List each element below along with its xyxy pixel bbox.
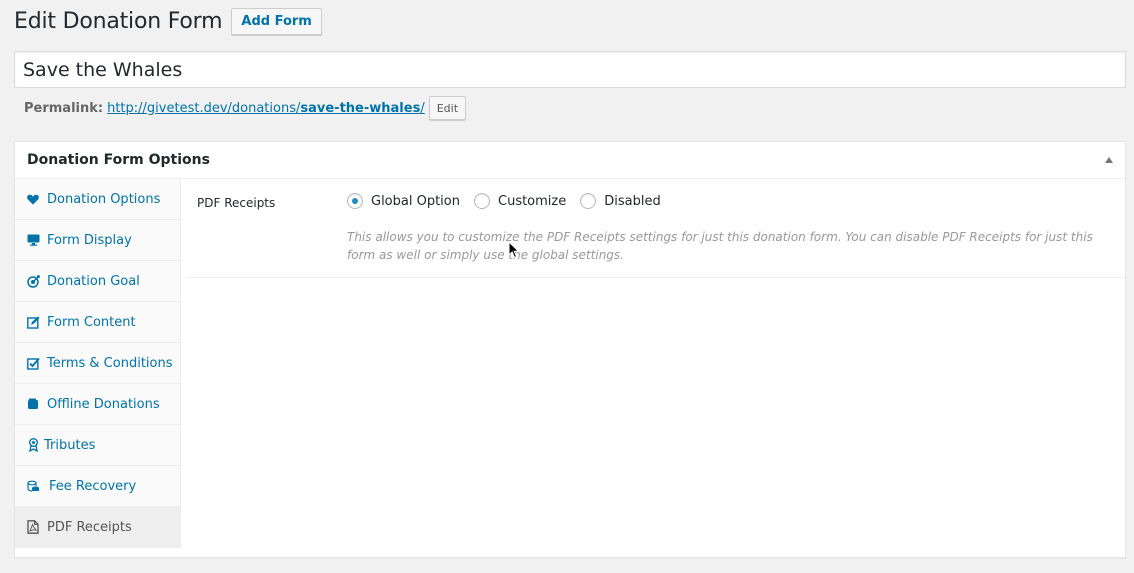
radio-global-option[interactable]: Global Option — [347, 193, 460, 209]
radio-button[interactable] — [474, 193, 490, 209]
permalink-label: Permalink: — [24, 100, 104, 116]
radio-label: Customize — [498, 193, 567, 209]
tab-form-display[interactable]: Form Display — [15, 220, 180, 261]
permalink-url-suffix: / — [420, 100, 425, 116]
tab-label: PDF Receipts — [47, 519, 132, 535]
heart-icon — [25, 191, 41, 207]
tab-label: Donation Goal — [47, 273, 140, 289]
tab-donation-goal[interactable]: Donation Goal — [15, 261, 180, 302]
radio-button[interactable] — [580, 193, 597, 209]
wallet-icon — [25, 396, 41, 412]
target-icon — [25, 273, 41, 289]
page-title: Edit Donation Form — [14, 9, 223, 34]
coins-icon — [25, 478, 41, 494]
tab-label: Donation Options — [47, 191, 161, 207]
post-title-input[interactable] — [14, 51, 1126, 88]
tab-fee-recovery[interactable]: Fee Recovery — [15, 466, 180, 507]
monitor-icon — [25, 232, 41, 248]
tab-label: Fee Recovery — [49, 478, 137, 494]
tab-tributes[interactable]: Tributes — [15, 425, 180, 466]
pdf-icon — [25, 519, 41, 535]
tab-label: Form Content — [47, 314, 136, 330]
metabox-body: Donation Options Form Display Donation G… — [15, 179, 1125, 557]
tab-label: Form Display — [47, 232, 132, 248]
radio-customize[interactable]: Customize — [474, 193, 566, 209]
permalink-row: Permalink: http://givetest.dev/donations… — [24, 96, 467, 120]
field-label: PDF Receipts — [197, 196, 276, 210]
radio-disabled[interactable]: Disabled — [580, 193, 661, 209]
tab-label: Terms & Conditions — [47, 355, 173, 371]
permalink-url-prefix: http://givetest.dev/donations/ — [107, 100, 301, 116]
metabox-header[interactable]: Donation Form Options — [15, 142, 1125, 179]
tab-list: Donation Options Form Display Donation G… — [15, 179, 181, 548]
tab-offline-donations[interactable]: Offline Donations — [15, 384, 180, 425]
tab-content-panel: PDF Receipts Global Option Customize Dis… — [181, 179, 1125, 557]
radio-button-checked[interactable] — [347, 193, 363, 209]
radio-label: Global Option — [371, 193, 460, 209]
edit-icon — [25, 314, 41, 330]
add-form-button[interactable]: Add Form — [231, 8, 322, 35]
donation-form-options-metabox: Donation Form Options Donation Options F… — [14, 141, 1126, 558]
pdf-receipts-radio-group: Global Option Customize Disabled — [347, 193, 675, 209]
tab-label: Tributes — [44, 437, 96, 453]
tab-donation-options[interactable]: Donation Options — [15, 179, 180, 220]
permalink-edit-button[interactable]: Edit — [428, 96, 467, 120]
permalink-slug: save-the-whales — [300, 100, 421, 116]
tab-form-content[interactable]: Form Content — [15, 302, 180, 343]
pdf-receipts-field-row: PDF Receipts Global Option Customize Dis… — [187, 179, 1125, 278]
tab-label: Offline Donations — [47, 396, 160, 412]
checkbox-icon — [25, 355, 41, 371]
collapse-arrow-icon[interactable] — [1105, 157, 1113, 163]
tab-terms-conditions[interactable]: Terms & Conditions — [15, 343, 180, 384]
permalink-link[interactable]: http://givetest.dev/donations/save-the-w… — [107, 101, 425, 116]
page-header: Edit Donation Form Add Form — [14, 8, 322, 35]
metabox-title: Donation Form Options — [27, 152, 210, 168]
field-description: This allows you to customize the PDF Rec… — [347, 230, 1093, 262]
award-icon — [25, 437, 41, 453]
radio-label: Disabled — [604, 193, 661, 209]
tab-pdf-receipts[interactable]: PDF Receipts — [15, 507, 180, 548]
